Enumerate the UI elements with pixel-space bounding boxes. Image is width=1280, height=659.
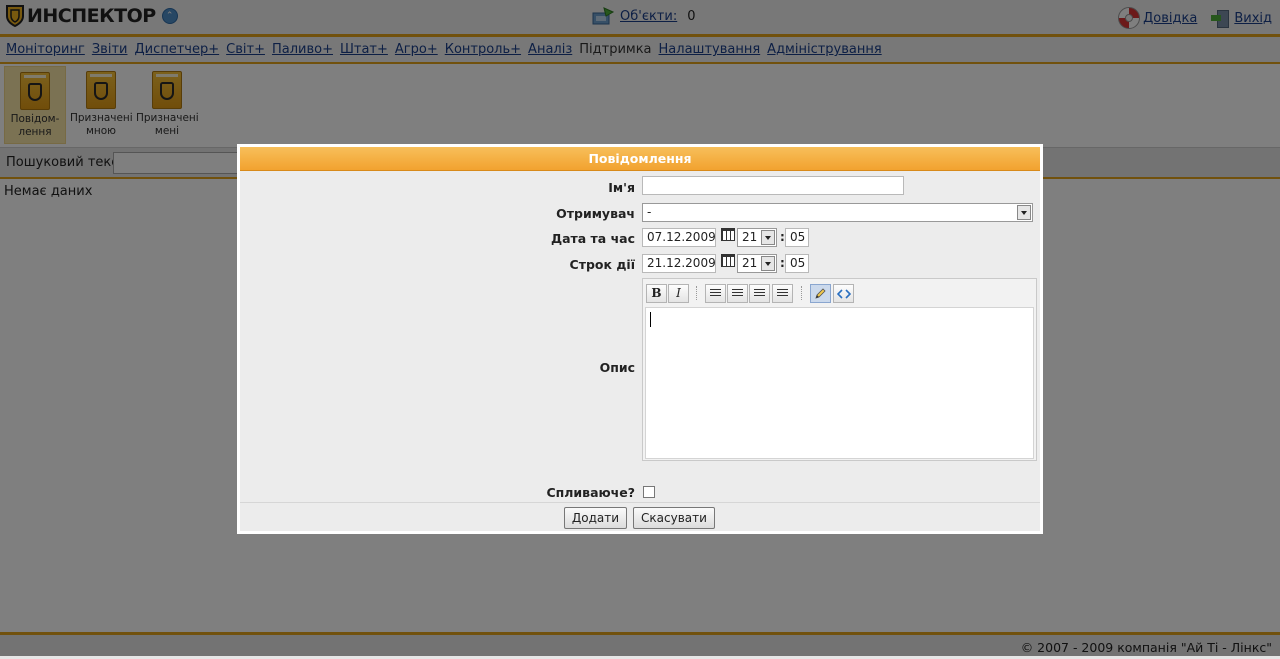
toolbar-separator: [801, 286, 803, 300]
minute-field[interactable]: 05: [785, 228, 809, 247]
text-caret: [650, 312, 651, 327]
code-icon: [836, 289, 851, 299]
dialog-title: Повідомлення: [240, 147, 1040, 171]
editor-content-area[interactable]: [645, 307, 1034, 459]
dialog-body: Ім'я Отримувач - Дата та час 07.12.2009 …: [240, 171, 1040, 531]
chevron-down-icon[interactable]: [1017, 205, 1031, 220]
toolbar-separator: [696, 286, 698, 300]
align-center-icon: [732, 289, 743, 298]
align-left-icon: [710, 289, 721, 298]
justify-button[interactable]: [772, 284, 793, 303]
recipient-label: Отримувач: [556, 206, 635, 221]
html-source-button[interactable]: [833, 284, 854, 303]
dialog-divider: [240, 502, 1040, 503]
name-label: Ім'я: [608, 180, 635, 195]
align-center-button[interactable]: [727, 284, 748, 303]
bold-button[interactable]: B: [646, 284, 667, 303]
expiry-hour-value: 21: [742, 256, 758, 270]
expiry-date-field[interactable]: 21.12.2009: [642, 254, 716, 273]
cancel-button[interactable]: Скасувати: [633, 507, 715, 529]
expiry-minute-field[interactable]: 05: [785, 254, 809, 273]
expiry-hour-select[interactable]: 21: [737, 254, 777, 273]
popup-label: Спливаюче?: [546, 485, 635, 500]
description-label: Опис: [599, 360, 635, 375]
message-dialog: Повідомлення Ім'я Отримувач - Дата та ча…: [237, 144, 1043, 534]
calendar-icon[interactable]: [721, 228, 735, 241]
expiry-label: Строк дії: [569, 257, 635, 272]
align-left-button[interactable]: [705, 284, 726, 303]
chevron-down-icon[interactable]: [761, 230, 775, 245]
rich-text-editor: B I: [642, 278, 1037, 461]
editor-toolbar: B I: [643, 279, 1036, 306]
recipient-select[interactable]: -: [642, 203, 1033, 222]
add-button[interactable]: Додати: [564, 507, 627, 529]
align-right-button[interactable]: [749, 284, 770, 303]
justify-icon: [777, 289, 788, 298]
hour-select[interactable]: 21: [737, 228, 777, 247]
design-mode-button[interactable]: [810, 284, 831, 303]
name-field[interactable]: [642, 176, 904, 195]
popup-checkbox[interactable]: [643, 486, 655, 498]
calendar-icon[interactable]: [721, 254, 735, 267]
recipient-value: -: [647, 205, 652, 219]
hour-value: 21: [742, 230, 758, 244]
date-field[interactable]: 07.12.2009: [642, 228, 716, 247]
align-right-icon: [754, 289, 765, 298]
pencil-icon: [815, 288, 826, 299]
datetime-label: Дата та час: [550, 231, 635, 246]
chevron-down-icon[interactable]: [761, 256, 775, 271]
italic-button[interactable]: I: [668, 284, 689, 303]
